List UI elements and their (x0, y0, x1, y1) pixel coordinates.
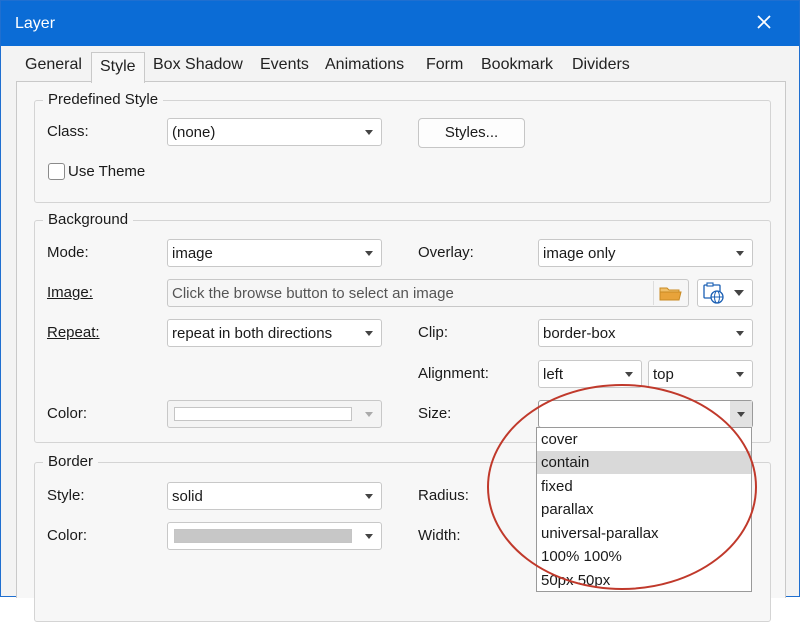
chevron-down-icon (736, 251, 744, 256)
size-select[interactable] (538, 400, 753, 428)
chevron-down-icon (365, 412, 373, 417)
overlay-label: Overlay: (418, 244, 474, 261)
border-style-value: solid (172, 488, 203, 505)
title-bar: Layer (1, 1, 799, 46)
repeat-value: repeat in both directions (172, 325, 333, 342)
tab-dividers[interactable]: Dividers (572, 56, 630, 74)
alignment-horizontal-select[interactable]: left (538, 360, 642, 388)
size-dropdown-button[interactable] (730, 401, 752, 427)
size-option-fixed[interactable]: fixed (537, 475, 751, 498)
size-option-universal-parallax[interactable]: universal-parallax (537, 522, 751, 545)
tab-form[interactable]: Form (426, 56, 463, 74)
tab-bar: General Style Box Shadow Events Animatio… (1, 46, 799, 83)
border-legend: Border (43, 453, 99, 470)
mode-value: image (172, 245, 213, 262)
tab-events[interactable]: Events (260, 56, 309, 74)
window-title: Layer (15, 15, 56, 32)
predefined-style-legend: Predefined Style (43, 91, 164, 108)
close-icon (757, 15, 771, 29)
class-value: (none) (172, 124, 216, 141)
border-color-swatch (174, 529, 352, 543)
alignment-vertical-select[interactable]: top (648, 360, 753, 388)
overlay-value: image only (543, 245, 616, 262)
clip-value: border-box (543, 325, 616, 342)
repeat-label: Repeat: (47, 324, 100, 341)
layer-dialog: Layer General Style Box Shadow Events An… (0, 0, 800, 622)
alignment-label: Alignment: (418, 365, 489, 382)
border-color-label: Color: (47, 527, 88, 544)
size-option-parallax[interactable]: parallax (537, 498, 751, 521)
tab-style[interactable]: Style (91, 52, 145, 83)
chevron-down-icon (365, 534, 373, 539)
border-style-select[interactable]: solid (167, 482, 382, 510)
size-option-100-100[interactable]: 100% 100% (537, 545, 751, 568)
chevron-down-icon (365, 130, 373, 135)
chevron-down-icon (737, 412, 745, 417)
mode-label: Mode: (47, 244, 89, 261)
image-label: Image: (47, 284, 93, 301)
alignment-horizontal-value: left (543, 366, 564, 383)
background-group: Background Mode: image Overlay: image on… (34, 211, 771, 443)
use-theme-label: Use Theme (68, 163, 146, 180)
chevron-down-icon (365, 494, 373, 499)
class-label: Class: (47, 123, 89, 140)
use-theme-checkbox[interactable] (48, 163, 65, 180)
background-color-picker[interactable] (167, 400, 382, 428)
clip-select[interactable]: border-box (538, 319, 753, 347)
size-label: Size: (418, 405, 452, 422)
border-style-label: Style: (47, 487, 85, 504)
predefined-style-group: Predefined Style Class: (none) Styles...… (34, 91, 771, 203)
tab-box-shadow[interactable]: Box Shadow (153, 56, 243, 74)
tab-bookmark[interactable]: Bookmark (481, 56, 553, 74)
repeat-select[interactable]: repeat in both directions (167, 319, 382, 347)
size-dropdown-list: cover contain fixed parallax universal-p… (536, 427, 752, 592)
tab-animations[interactable]: Animations (325, 56, 404, 74)
clip-label: Clip: (418, 324, 449, 341)
radius-label: Radius: (418, 487, 469, 504)
border-color-picker[interactable] (167, 522, 382, 550)
web-image-icon (703, 282, 744, 304)
width-label: Width: (418, 527, 461, 544)
image-field[interactable]: Click the browse button to select an ima… (167, 279, 689, 307)
background-legend: Background (43, 211, 134, 228)
chevron-down-icon (365, 331, 373, 336)
styles-button[interactable]: Styles... (418, 118, 525, 148)
web-image-button[interactable] (697, 279, 753, 307)
chevron-down-icon (365, 251, 373, 256)
size-option-50px-50px[interactable]: 50px 50px (537, 569, 751, 592)
overlay-select[interactable]: image only (538, 239, 753, 267)
mode-select[interactable]: image (167, 239, 382, 267)
background-color-label: Color: (47, 405, 88, 422)
chevron-down-icon (736, 372, 744, 377)
size-option-cover[interactable]: cover (537, 428, 751, 451)
browse-button[interactable] (653, 281, 686, 305)
close-button[interactable] (749, 7, 779, 37)
size-option-contain[interactable]: contain (537, 451, 751, 474)
background-color-swatch (174, 407, 352, 421)
tab-general[interactable]: General (25, 56, 82, 74)
folder-icon (659, 287, 682, 301)
chevron-down-icon (736, 331, 744, 336)
class-select[interactable]: (none) (167, 118, 382, 146)
alignment-vertical-value: top (653, 366, 674, 383)
chevron-down-icon (625, 372, 633, 377)
image-placeholder: Click the browse button to select an ima… (172, 285, 454, 302)
